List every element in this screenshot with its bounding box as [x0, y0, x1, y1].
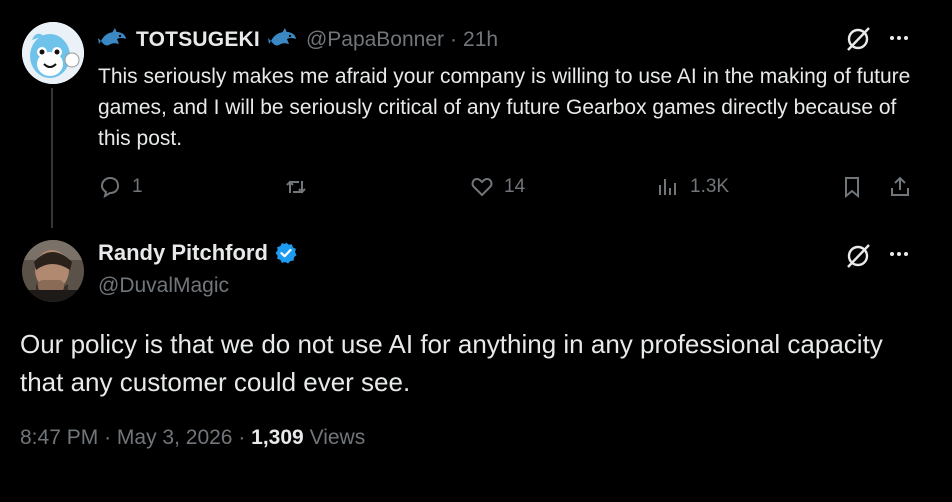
- author-handle[interactable]: @DuvalMagic: [98, 274, 229, 298]
- tweet-meta: 8:47 PM · May 3, 2026 · 1,309 Views: [20, 426, 365, 450]
- reply-text: This seriously makes me afraid your comp…: [98, 65, 911, 150]
- avatar[interactable]: [22, 22, 84, 84]
- more-icon[interactable]: [890, 36, 908, 40]
- like-button[interactable]: 14: [470, 171, 525, 203]
- bookmark-button[interactable]: [840, 171, 864, 203]
- separator: ·: [238, 426, 246, 449]
- author-name[interactable]: TOTSUGEKI: [136, 28, 260, 52]
- reply-count: 1: [132, 176, 143, 197]
- dolphin-icon: [98, 28, 126, 46]
- verified-badge-icon: [275, 242, 297, 264]
- grok-icon[interactable]: [843, 24, 873, 54]
- views-button[interactable]: 1.3K: [656, 171, 729, 203]
- date[interactable]: May 3, 2026: [117, 426, 233, 449]
- views-count: 1,309: [251, 426, 304, 449]
- tweet-text: Our policy is that we do not use AI for …: [20, 329, 883, 397]
- retweet-icon: [286, 180, 306, 194]
- views-icon: [659, 179, 676, 195]
- bookmark-icon: [845, 177, 859, 199]
- separator: ·: [104, 426, 112, 449]
- author-handle[interactable]: @PapaBonner: [306, 28, 444, 52]
- avatar-image: [22, 22, 84, 84]
- separator: ·: [450, 28, 458, 51]
- timestamp[interactable]: 21h: [463, 28, 498, 52]
- heart-icon: [471, 177, 493, 197]
- author-name[interactable]: Randy Pitchford: [98, 240, 268, 266]
- views-label: Views: [309, 426, 366, 449]
- author-name-row: Randy Pitchford: [98, 240, 298, 266]
- avatar[interactable]: [22, 240, 84, 302]
- timestamp[interactable]: 8:47 PM: [20, 426, 98, 449]
- retweet-button[interactable]: [284, 171, 308, 203]
- reply-button[interactable]: 1: [98, 171, 143, 203]
- reply-icon: [100, 176, 120, 199]
- like-count: 14: [504, 176, 526, 197]
- more-icon[interactable]: [890, 252, 908, 256]
- thread-line: [51, 88, 53, 228]
- action-bar: 1 14 1.3K: [98, 171, 918, 203]
- view-count: 1.3K: [690, 176, 730, 197]
- grok-icon[interactable]: [843, 241, 873, 271]
- reply-header: TOTSUGEKI @PapaBonner · 21h: [98, 24, 498, 56]
- share-button[interactable]: [888, 171, 912, 203]
- share-icon: [891, 176, 909, 196]
- dolphin-icon: [267, 28, 296, 46]
- avatar-image: [22, 240, 84, 302]
